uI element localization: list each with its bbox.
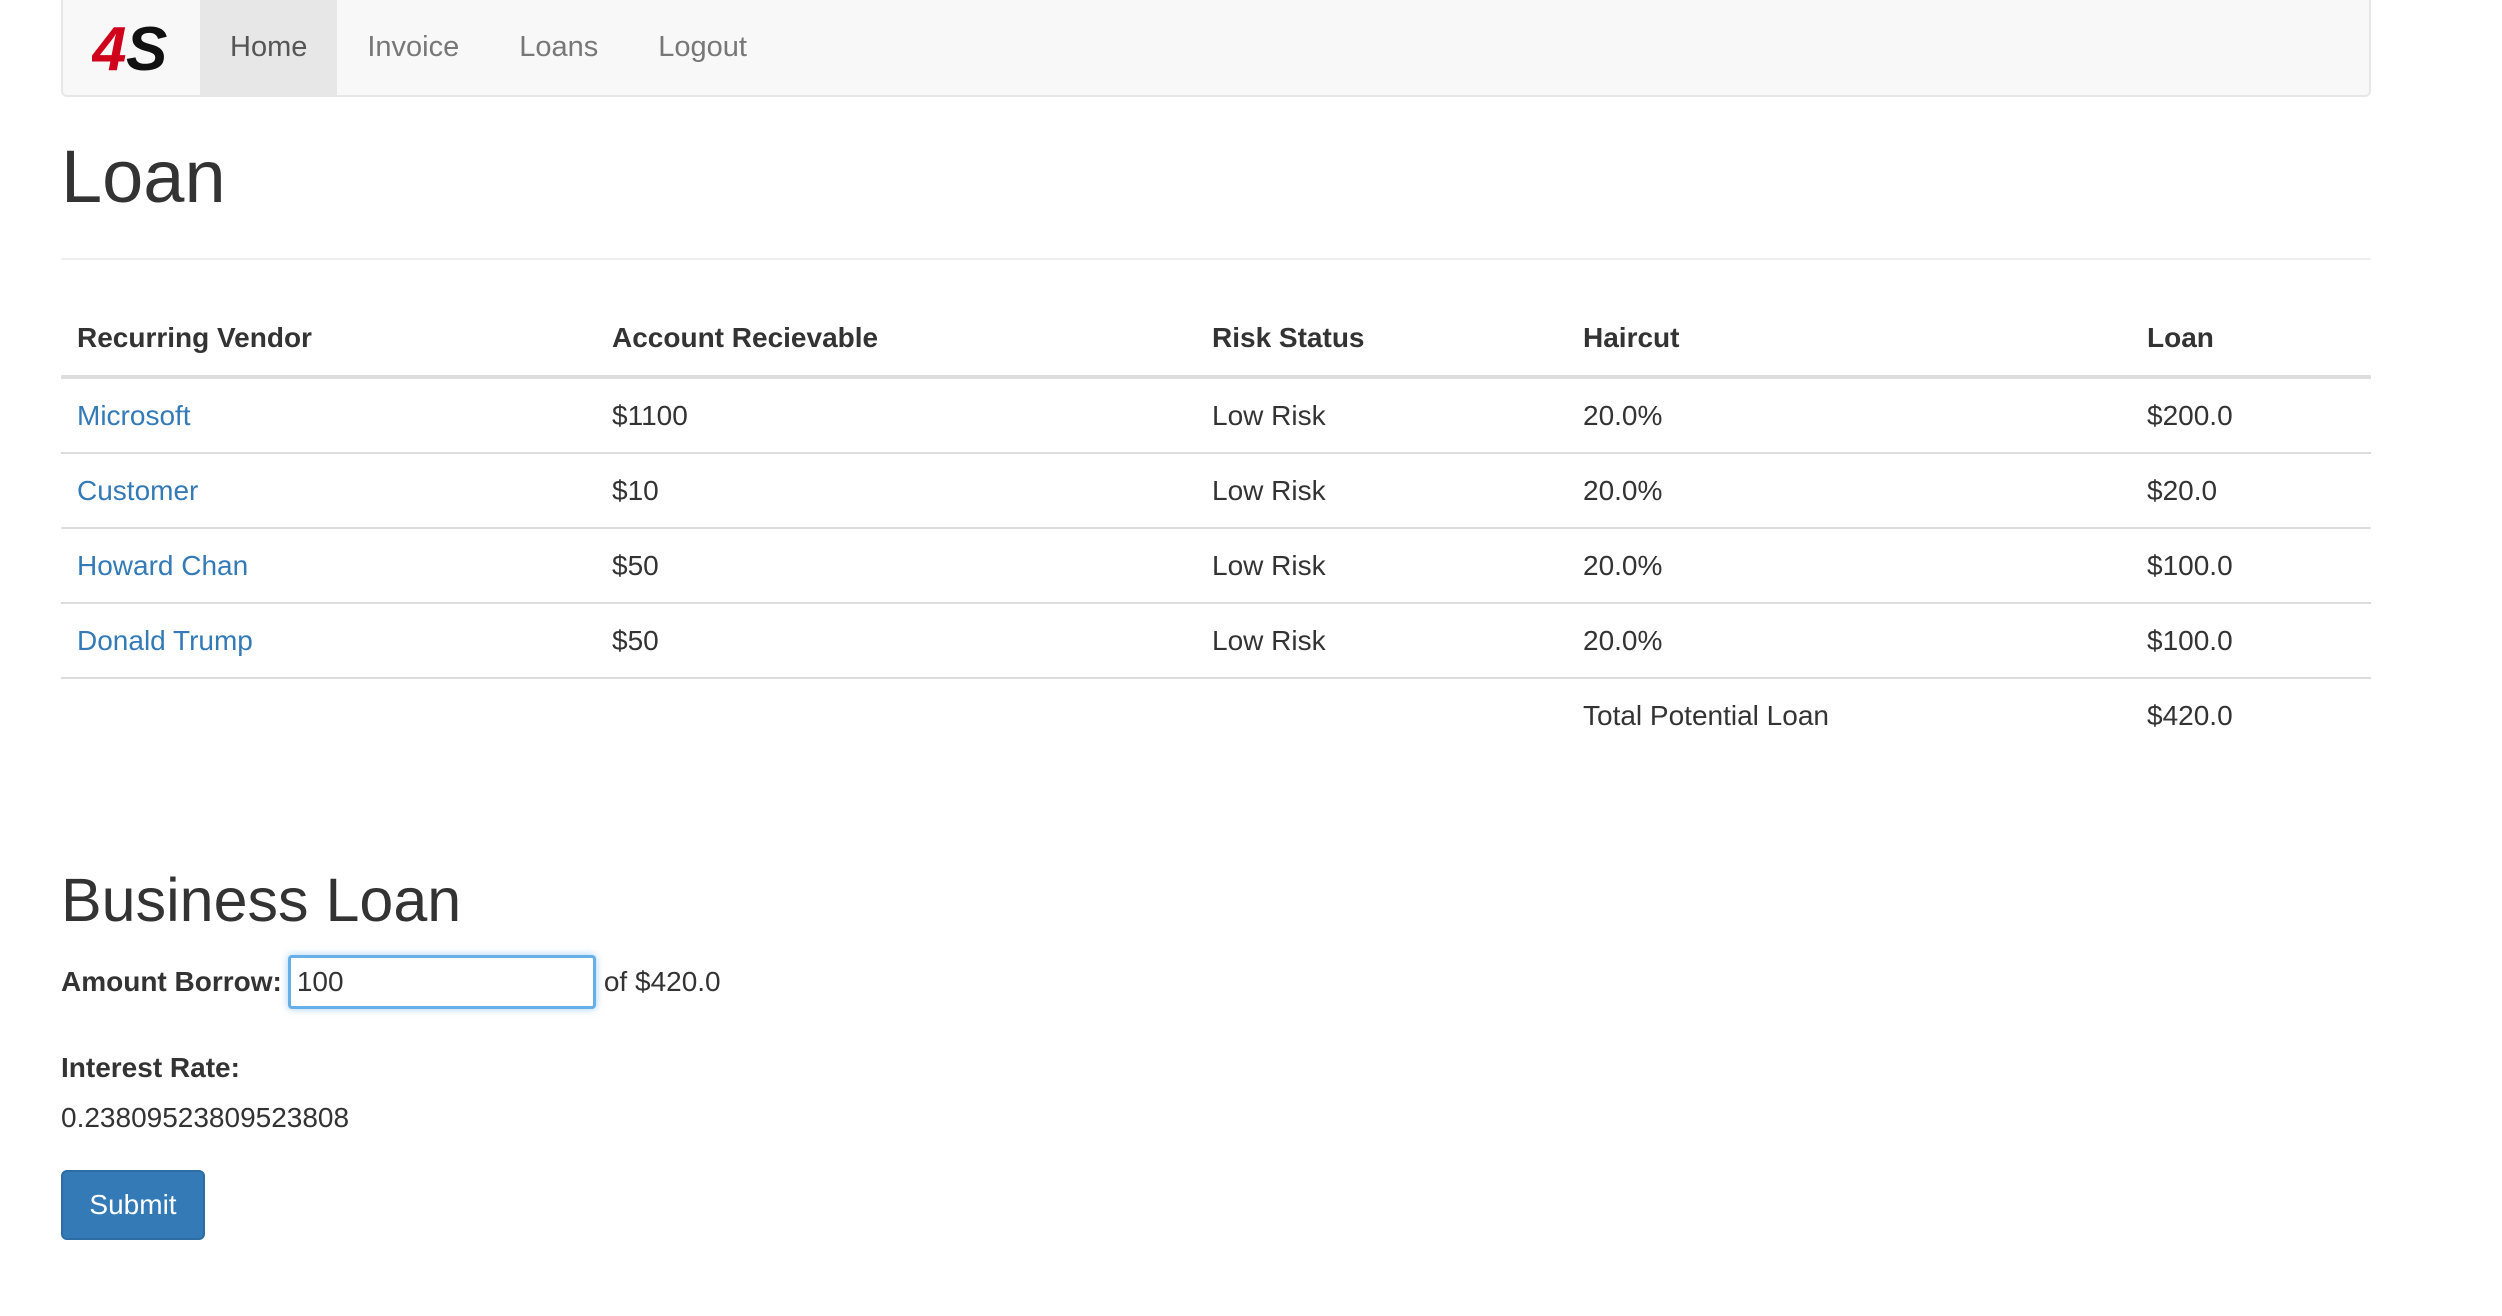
receivable-cell: $50	[596, 528, 1196, 604]
loan-cell: $100.0	[2131, 603, 2371, 679]
haircut-cell: 20.0%	[1567, 528, 2131, 604]
haircut-cell: 20.0%	[1567, 453, 2131, 529]
vendor-link[interactable]: Microsoft	[77, 400, 191, 431]
logo-4s-icon: 4 S	[92, 18, 167, 78]
risk-cell: Low Risk	[1196, 603, 1567, 679]
amount-max-text: of $420.0	[603, 966, 721, 997]
business-loan-title: Business Loan	[61, 866, 462, 934]
col-header-receivable: Account Recievable	[596, 300, 1196, 379]
amount-borrow-label: Amount Borrow:	[61, 966, 282, 997]
haircut-cell: 20.0%	[1567, 377, 2131, 454]
vendor-link[interactable]: Donald Trump	[77, 625, 253, 656]
table-header-row: Recurring Vendor Account Recievable Risk…	[61, 300, 2371, 379]
navbar: 4 S Home Invoice Loans Logout	[61, 0, 2371, 97]
nav-logout[interactable]: Logout	[628, 0, 777, 95]
interest-rate-value: 0.23809523809523808	[61, 1102, 350, 1133]
table-row: Customer $10 Low Risk 20.0% $20.0	[61, 453, 2371, 529]
loan-cell: $20.0	[2131, 453, 2371, 529]
table-row: Donald Trump $50 Low Risk 20.0% $100.0	[61, 603, 2371, 679]
nav-invoice[interactable]: Invoice	[337, 0, 489, 95]
loan-cell: $200.0	[2131, 377, 2371, 454]
page-title: Loan	[61, 135, 226, 218]
table-row: Howard Chan $50 Low Risk 20.0% $100.0	[61, 528, 2371, 604]
col-header-vendor: Recurring Vendor	[61, 300, 596, 379]
col-header-haircut: Haircut	[1567, 300, 2131, 379]
total-row: Total Potential Loan $420.0	[61, 678, 2371, 752]
table-row: Microsoft $1100 Low Risk 20.0% $200.0	[61, 377, 2371, 454]
total-value: $420.0	[2147, 699, 2233, 731]
submit-button[interactable]: Submit	[61, 1170, 205, 1240]
receivable-cell: $50	[596, 603, 1196, 679]
col-header-loan: Loan	[2131, 300, 2371, 379]
risk-cell: Low Risk	[1196, 528, 1567, 604]
nav-loans[interactable]: Loans	[489, 0, 628, 95]
svg-text:4: 4	[92, 18, 126, 78]
amount-borrow-row: Amount Borrow: of $420.0	[61, 955, 721, 1009]
vendor-link[interactable]: Customer	[77, 475, 198, 506]
col-header-risk: Risk Status	[1196, 300, 1567, 379]
risk-cell: Low Risk	[1196, 377, 1567, 454]
loan-table: Recurring Vendor Account Recievable Risk…	[61, 300, 2371, 752]
receivable-cell: $10	[596, 453, 1196, 529]
brand-logo[interactable]: 4 S	[63, 0, 200, 95]
interest-rate-label: Interest Rate:	[61, 1052, 240, 1083]
title-divider	[61, 258, 2371, 260]
loan-cell: $100.0	[2131, 528, 2371, 604]
svg-text:S: S	[126, 18, 167, 78]
nav-home[interactable]: Home	[200, 0, 338, 95]
page-container: 4 S Home Invoice Loans Logout Loan Recur…	[61, 0, 2371, 1240]
total-label: Total Potential Loan	[1583, 699, 1829, 731]
risk-cell: Low Risk	[1196, 453, 1567, 529]
vendor-link[interactable]: Howard Chan	[77, 550, 248, 581]
receivable-cell: $1100	[596, 377, 1196, 454]
amount-borrow-input[interactable]	[287, 955, 596, 1009]
haircut-cell: 20.0%	[1567, 603, 2131, 679]
